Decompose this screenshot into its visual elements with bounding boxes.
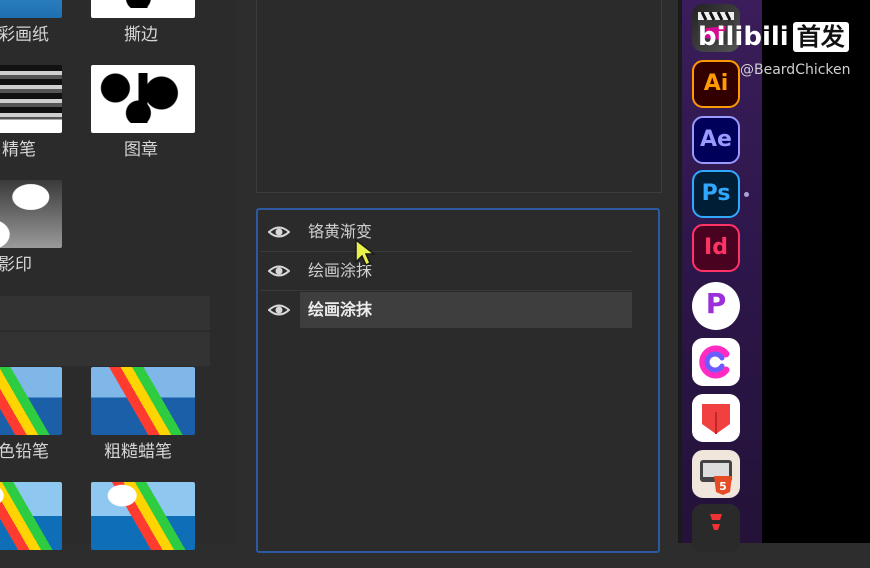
- filter-label: 粗糙蜡笔: [104, 442, 172, 462]
- p-app[interactable]: P: [692, 282, 740, 330]
- after-effects-app[interactable]: Ae: [692, 116, 740, 164]
- filter-label: 色铅笔: [0, 442, 49, 462]
- filter-settings-area: [256, 0, 662, 193]
- creative-cloud-app[interactable]: [692, 338, 740, 386]
- filter-thumb-photocopy[interactable]: [0, 180, 62, 248]
- watermark-badge: 首发: [792, 22, 849, 52]
- divider: [260, 290, 632, 291]
- html5-app[interactable]: 5: [692, 450, 740, 498]
- bilibili-watermark: bilibili 首发: [698, 22, 849, 52]
- effect-layer-name: 绘画涂抹: [300, 292, 632, 328]
- effect-layer-row[interactable]: 绘画涂抹: [260, 253, 632, 289]
- html5-icon: 5: [700, 460, 732, 495]
- effect-layer-row-selected[interactable]: 绘画涂抹: [260, 292, 632, 328]
- pdf-icon: [702, 404, 730, 434]
- app-icon: [710, 514, 722, 530]
- filter-gallery: 彩画纸 撕边 精笔 图章 影印 色铅笔 粗糙蜡笔: [0, 0, 236, 550]
- filter-label: 图章: [124, 140, 158, 160]
- filter-thumb-stamp[interactable]: [91, 65, 195, 133]
- effect-layer-row[interactable]: 铬黄渐变: [260, 214, 632, 250]
- filter-group-header[interactable]: [0, 296, 210, 330]
- filter-thumb[interactable]: [0, 482, 62, 550]
- filter-thumb-torn-edges[interactable]: [91, 0, 195, 18]
- filter-thumb[interactable]: [91, 482, 195, 550]
- filter-label: 撕边: [124, 25, 158, 45]
- effect-layer-name: 绘画涂抹: [308, 261, 373, 280]
- html5-label: 5: [719, 480, 727, 493]
- cc-icon: [699, 345, 730, 379]
- illustrator-app[interactable]: Ai: [692, 60, 740, 108]
- desktop-background: [762, 0, 870, 543]
- watermark-handle: @BeardChicken: [740, 62, 851, 78]
- pdf-app[interactable]: [692, 394, 740, 442]
- divider: [260, 251, 632, 252]
- eye-icon[interactable]: [268, 222, 290, 242]
- filter-group-header[interactable]: [0, 332, 210, 366]
- eye-icon[interactable]: [268, 300, 290, 320]
- indesign-app[interactable]: Id: [692, 224, 740, 272]
- filter-thumb-colored-pencil[interactable]: [0, 367, 62, 435]
- photoshop-app[interactable]: Ps: [692, 170, 740, 218]
- effect-layers-panel: 铬黄渐变 绘画涂抹 绘画涂抹: [256, 208, 660, 553]
- filter-thumb-color-paper[interactable]: [0, 0, 62, 18]
- dock-app[interactable]: [692, 504, 740, 552]
- filter-label: 彩画纸: [0, 25, 49, 45]
- cursor-icon: [355, 238, 377, 267]
- filter-label: 影印: [0, 255, 32, 275]
- running-indicator: [744, 192, 749, 197]
- watermark-brand: bilibili: [698, 22, 789, 52]
- eye-icon[interactable]: [268, 261, 290, 281]
- filter-thumb-rough-pastels[interactable]: [91, 367, 195, 435]
- filter-label: 精笔: [2, 140, 36, 160]
- filter-thumb-fine-pen[interactable]: [0, 65, 62, 133]
- effect-layer-name: 铬黄渐变: [308, 222, 373, 241]
